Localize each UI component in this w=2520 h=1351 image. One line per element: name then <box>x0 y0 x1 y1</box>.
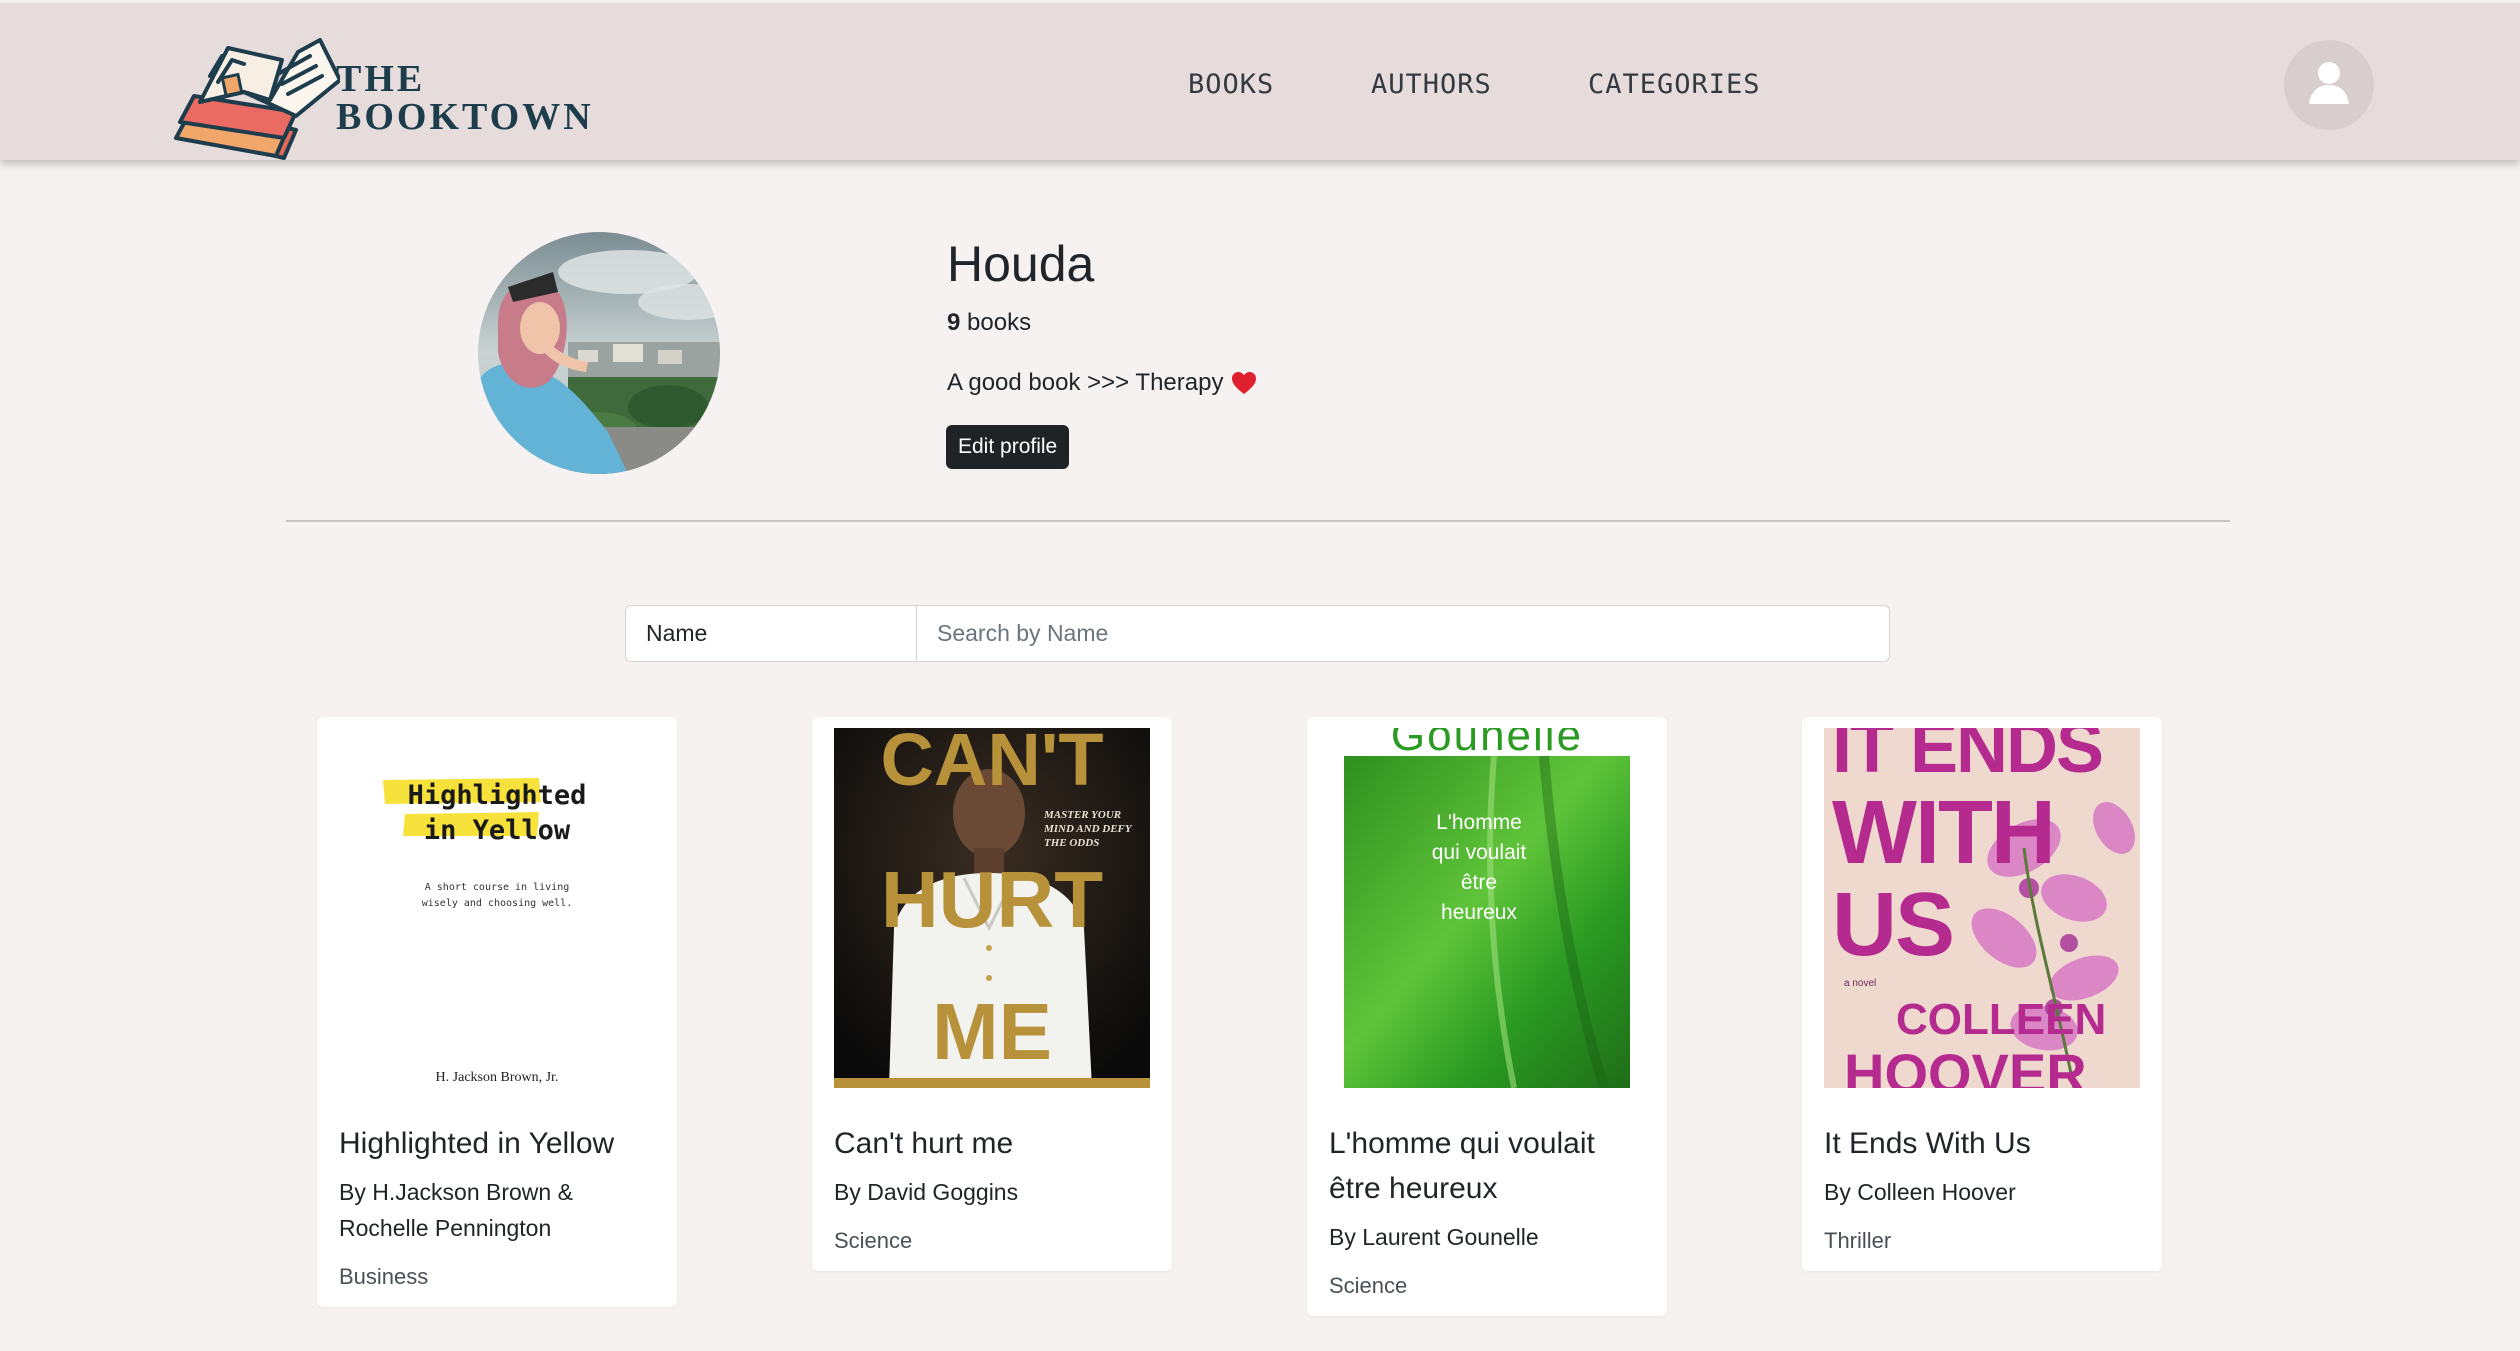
book-author: By Laurent Gounelle <box>1329 1224 1539 1250</box>
cover-word3: ME <box>932 987 1052 1076</box>
book-cover: Gounelle L'homme qui voulait être heureu… <box>1344 728 1630 1088</box>
cover-title: L'homme qui voulait être heureux <box>1431 811 1527 924</box>
top-navbar: THE BOOKTOWN BOOKS AUTHORS CATEGORIES <box>0 0 2520 160</box>
book-title: L'homme qui voulait être heureux <box>1329 1127 1595 1205</box>
cover-word1: CAN'T <box>880 728 1104 801</box>
book-count: 9 books <box>947 308 1031 338</box>
book-card[interactable]: CAN'T HURT ME MASTER YOUR MIND AND DEFY … <box>812 717 1172 1271</box>
book-category: Science <box>834 1228 913 1253</box>
cover-tagline: MASTER YOUR MIND AND DEFY THE ODDS <box>1044 809 1132 849</box>
book-count-label: books <box>960 309 1032 336</box>
book-card[interactable]: IT ENDS WITH US a novel COLLEEN HOOVER I… <box>1802 717 2162 1271</box>
profile-avatar <box>478 232 720 474</box>
search-field-select[interactable]: Name <box>625 605 917 662</box>
profile-name: Houda <box>947 236 1095 292</box>
nav-books[interactable]: BOOKS <box>1188 69 1274 100</box>
book-card[interactable]: Gounelle L'homme qui voulait être heureu… <box>1307 717 1667 1316</box>
edit-profile-button[interactable]: Edit profile <box>946 425 1070 469</box>
book-cover: Highlighted in Yellow A short course in … <box>339 728 655 1088</box>
bio-text: A good book >>> Therapy <box>947 369 1224 396</box>
book-cover: IT ENDS WITH US a novel COLLEEN HOOVER <box>1824 728 2140 1088</box>
main-nav: BOOKS AUTHORS CATEGORIES <box>0 69 2520 109</box>
cover-title-line2: in Yellow <box>423 815 571 846</box>
cover-word2: WITH <box>1832 783 2056 883</box>
book-author: By Colleen Hoover <box>1824 1179 2016 1205</box>
book-category: Business <box>339 1264 429 1289</box>
book-title: Highlighted in Yellow <box>339 1127 615 1160</box>
search-input[interactable] <box>917 605 1890 662</box>
nav-categories[interactable]: CATEGORIES <box>1588 69 1761 100</box>
book-cover: CAN'T HURT ME MASTER YOUR MIND AND DEFY … <box>834 728 1150 1088</box>
cover-title-line1: Highlighted <box>407 780 587 811</box>
cover-tagline: A short course in living wisely and choo… <box>421 882 573 909</box>
book-card[interactable]: Highlighted in Yellow A short course in … <box>317 717 677 1307</box>
book-title: It Ends With Us <box>1824 1127 2031 1160</box>
cover-byline: H. Jackson Brown, Jr. <box>435 1070 559 1085</box>
book-category: Science <box>1329 1273 1408 1298</box>
cover-word2: HURT <box>880 855 1104 944</box>
user-icon <box>2309 62 2349 104</box>
section-divider <box>286 520 2230 522</box>
book-count-number: 9 <box>947 309 961 336</box>
heart-icon <box>1232 372 1257 394</box>
cover-word1: IT ENDS <box>1832 728 2104 788</box>
user-menu-button[interactable] <box>2284 40 2374 130</box>
book-category: Thriller <box>1824 1228 1892 1253</box>
cover-novel-label: a novel <box>1844 978 1877 989</box>
nav-authors[interactable]: AUTHORS <box>1371 69 1492 100</box>
cover-author-name: Gounelle <box>1390 728 1584 760</box>
cover-author-first: COLLEEN <box>1896 995 2107 1044</box>
profile-bio: A good book >>> Therapy <box>947 368 1257 398</box>
book-author: By David Goggins <box>834 1179 1019 1205</box>
book-author: By H.Jackson Brown & Rochelle Pennington <box>339 1179 573 1241</box>
cover-word3: US <box>1832 875 1955 975</box>
cover-author-last: HOOVER <box>1844 1042 2087 1089</box>
book-title: Can't hurt me <box>834 1127 1014 1160</box>
